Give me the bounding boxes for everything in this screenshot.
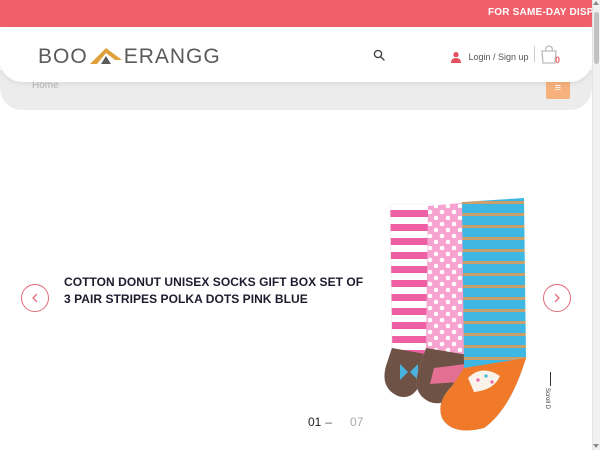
- logo-text-left: BOO: [38, 45, 88, 68]
- scroll-indicator-line: [550, 372, 551, 386]
- slide-product-title[interactable]: COTTON DONUT UNISEX SOCKS GIFT BOX SET O…: [64, 274, 364, 308]
- product-image-socks[interactable]: [378, 196, 530, 432]
- announcement-text: FOR SAME-DAY DISP: [488, 7, 594, 18]
- scroll-up-arrow-icon[interactable]: [593, 1, 599, 5]
- announcement-bar: FOR SAME-DAY DISP: [0, 0, 600, 27]
- search-icon[interactable]: [372, 48, 386, 62]
- page: FOR SAME-DAY DISP Home ≡ BOO ERANGG Logi…: [0, 0, 600, 450]
- scroll-down-arrow-icon[interactable]: [593, 444, 599, 448]
- chevron-left-icon: [32, 293, 38, 303]
- slide-current-number: 01: [308, 415, 322, 429]
- brand-logo[interactable]: BOO ERANGG: [38, 45, 221, 71]
- login-signup-link[interactable]: Login / Sign up: [450, 48, 529, 63]
- scroll-down-hint: Scroll D: [544, 372, 558, 412]
- header-divider: [534, 46, 535, 62]
- login-label: Login / Sign up: [468, 51, 529, 62]
- cart-button[interactable]: 0: [540, 44, 564, 66]
- slider-prev-button[interactable]: [21, 284, 49, 312]
- logo-text-right: ERANGG: [123, 45, 221, 68]
- hamburger-icon: ≡: [554, 82, 562, 94]
- scrollbar-thumb[interactable]: [594, 12, 599, 64]
- cart-count-badge: 0: [555, 55, 561, 65]
- scroll-label: Scroll D: [544, 388, 550, 410]
- boomerang-bird-icon: [89, 48, 122, 64]
- user-icon: [451, 51, 461, 63]
- slider-next-button[interactable]: [543, 284, 571, 312]
- chevron-right-icon: [554, 293, 560, 303]
- slide-counter-dash: –: [325, 415, 333, 429]
- vertical-scrollbar[interactable]: [592, 0, 600, 450]
- slide-counter: 01– 07: [308, 415, 363, 429]
- slide-total-number: 07: [350, 415, 364, 429]
